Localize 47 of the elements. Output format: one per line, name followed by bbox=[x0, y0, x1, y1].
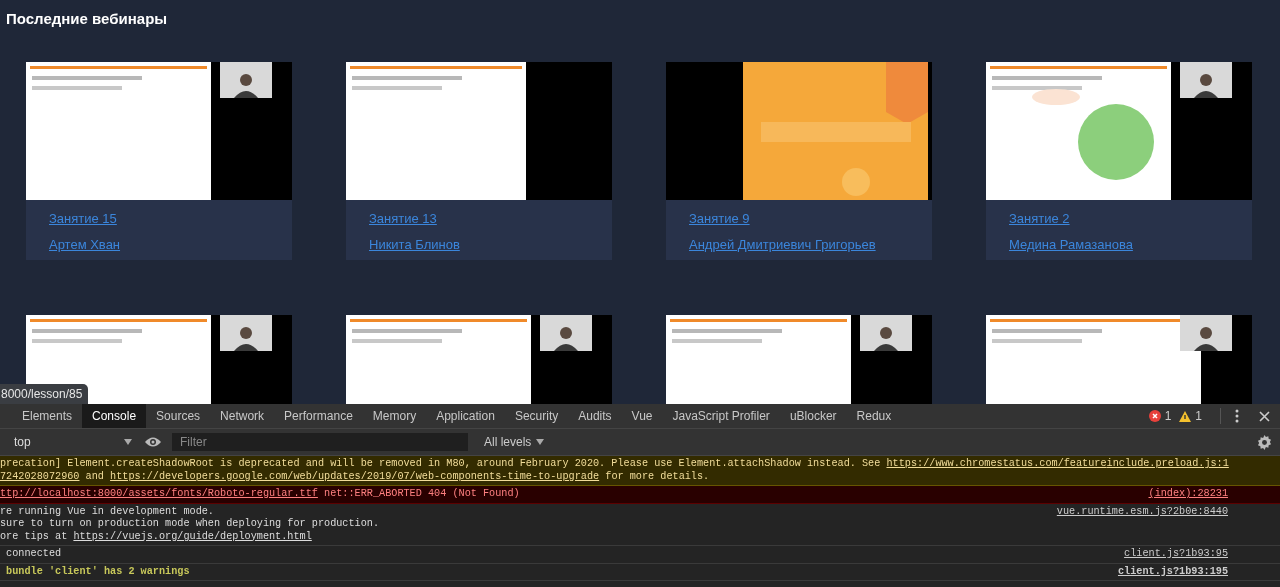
levels-dropdown[interactable]: All levels bbox=[478, 434, 551, 450]
section-title: Последние вебинары bbox=[5, 9, 169, 29]
devtools-tab[interactable]: Performance bbox=[274, 404, 363, 428]
source-link[interactable]: include.preload.js:1 bbox=[1106, 458, 1229, 471]
console-link[interactable]: https://developers.google.com/web/updates/2019/07/web-components-time-to-upgrade bbox=[110, 470, 600, 482]
source-link[interactable]: (index):28231 bbox=[1148, 488, 1228, 501]
context-select[interactable]: top bbox=[12, 435, 134, 449]
eye-icon[interactable] bbox=[144, 436, 162, 448]
devtools-tab[interactable]: Sources bbox=[146, 404, 211, 428]
console-link[interactable]: https://vuejs.org/guide/deployment.html bbox=[73, 530, 312, 542]
lesson-link[interactable]: Занятие 13 bbox=[369, 211, 437, 227]
devtools-tab[interactable]: Redux bbox=[846, 404, 902, 428]
error-count: 1 bbox=[1164, 409, 1172, 423]
status-url: 8000/lesson/85 bbox=[0, 384, 89, 404]
settings-icon[interactable] bbox=[1257, 434, 1272, 450]
console-link[interactable]: https://www.chromestatus.com/feature bbox=[886, 458, 1107, 469]
devtools-tab[interactable]: Network bbox=[210, 404, 275, 428]
source-link[interactable]: client.js?1b93:95 bbox=[1124, 548, 1228, 561]
console-message: connected bbox=[5, 548, 63, 561]
source-link[interactable]: vue.runtime.esm.js?2b0e:8440 bbox=[1056, 505, 1228, 518]
devtools-tab[interactable]: Memory bbox=[362, 404, 427, 428]
devtools-tab[interactable]: uBlocker bbox=[779, 404, 847, 428]
devtools-tab[interactable]: Console bbox=[82, 404, 147, 428]
teacher-link[interactable]: Никита Блинов bbox=[369, 237, 460, 253]
close-icon[interactable] bbox=[1259, 410, 1270, 422]
console-message: bundle 'client' has 2 warnings bbox=[5, 565, 191, 578]
console-message: precation] Element.createShadowRoot is deprecated and will be removed in M80, around February 2020. Please use Element.attachShadow instead. See https://www.chromestatus.com/feature bbox=[0, 458, 1107, 471]
source-link[interactable]: client.js?1b93:195 bbox=[1117, 565, 1228, 578]
console-message: sure to turn on production mode when deploying for production. bbox=[0, 518, 381, 531]
lesson-link[interactable]: Занятие 9 bbox=[689, 211, 750, 227]
warning-icon bbox=[1179, 410, 1192, 422]
devtools-tab[interactable]: Security bbox=[504, 404, 569, 428]
console-message: 7242028072960 and https://developers.google.com/web/updates/2019/07/web-components-time-to-upgrade for more details. bbox=[0, 470, 711, 483]
devtools-tab[interactable]: Application bbox=[426, 404, 505, 428]
console-link[interactable]: ttp://localhost:8000/assets/fonts/Roboto-regular.ttf bbox=[0, 488, 318, 499]
warning-count: 1 bbox=[1195, 409, 1202, 423]
more-icon[interactable] bbox=[1235, 409, 1239, 423]
console-message: re running Vue in development mode. bbox=[0, 505, 215, 518]
devtools-tab[interactable]: Elements bbox=[12, 404, 83, 428]
filter-field[interactable]: Filter bbox=[172, 433, 468, 451]
devtools-tab[interactable]: Audits bbox=[568, 404, 622, 428]
console-link[interactable]: 7242028072960 bbox=[0, 470, 80, 482]
console-message: ore tips at https://vuejs.org/guide/deployment.html bbox=[0, 530, 313, 543]
devtools-tab[interactable]: Vue bbox=[621, 404, 663, 428]
error-icon bbox=[1148, 410, 1161, 422]
console-message: ttp://localhost:8000/assets/fonts/Roboto-regular.ttf net::ERR_ABORTED 404 (Not Found) bbox=[0, 488, 521, 501]
devtools-tab[interactable]: JavaScript Profiler bbox=[662, 404, 780, 428]
